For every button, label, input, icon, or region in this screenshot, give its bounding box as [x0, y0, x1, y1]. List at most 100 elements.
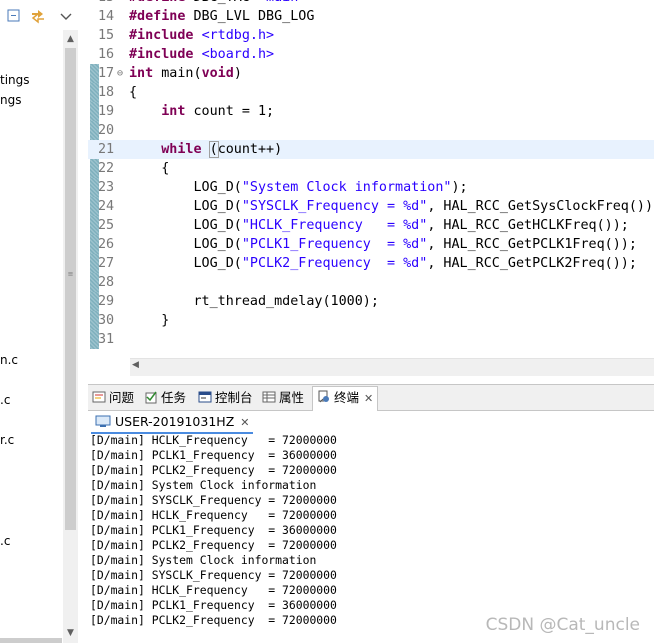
tab-console[interactable]: 控制台 [198, 387, 253, 409]
collapse-all-icon[interactable] [6, 8, 22, 24]
code-token: LOG_D( [129, 218, 242, 233]
code-line[interactable]: 22 { [88, 159, 654, 178]
project-explorer: tings ngs n.c .c r.c .c ▲ ≡ ▼ [0, 0, 80, 643]
terminal-output[interactable]: [D/main] HCLK_Frequency = 72000000 [D/mai… [90, 433, 650, 628]
code-line[interactable]: 31 [88, 330, 654, 349]
close-session-icon[interactable]: ✕ [240, 416, 249, 429]
code-text: LOG_D("System Clock information"); [129, 178, 468, 197]
terminal-line: [D/main] HCLK_Frequency = 72000000 [90, 433, 337, 447]
code-token: ) [233, 66, 242, 81]
line-number: 27 [98, 256, 115, 271]
code-line[interactable]: 30 } [88, 311, 654, 330]
line-number: 20 [98, 123, 115, 138]
terminal-session-label: USER-20191031HZ [115, 414, 235, 429]
line-number: 30 [98, 313, 115, 328]
keyword-token: #define [129, 0, 185, 5]
code-text: { [129, 159, 169, 178]
code-line[interactable]: 13#define DBG_TAG "main" [88, 0, 654, 7]
keyword-token: while [161, 142, 202, 157]
scroll-left-icon[interactable]: ◀ [132, 360, 139, 370]
line-number: 17 [98, 66, 115, 81]
line-number: 25 [98, 218, 115, 233]
tab-label: 终端 [334, 390, 360, 405]
scroll-down-icon[interactable]: ▼ [63, 626, 78, 641]
code-line[interactable]: 28 [88, 273, 654, 292]
tab-tasks[interactable]: 任务 [144, 387, 186, 409]
line-number: 28 [98, 275, 115, 290]
terminal-line: [D/main] PCLK1_Frequency = 36000000 [90, 523, 337, 537]
string-token: <rtdbg.h> [201, 28, 275, 43]
line-number: 21 [98, 142, 115, 157]
tab-label: 属性 [279, 390, 305, 405]
code-text: #define DBG_TAG "main" [129, 0, 306, 7]
string-token: "System Clock information" [241, 180, 452, 195]
code-text: } [129, 311, 169, 330]
terminal-icon [318, 390, 329, 403]
code-token: DBG_TAG [185, 0, 258, 5]
code-token: main( [153, 66, 202, 81]
terminal-session-tab[interactable]: USER-20191031HZ ✕ [91, 412, 254, 434]
code-line[interactable]: 16 #include <board.h> [88, 45, 654, 64]
string-token: "PCLK1_Frequency = %d" [241, 237, 428, 252]
code-line[interactable]: 27 LOG_D("PCLK2_Frequency = %d", HAL_RCC… [88, 254, 654, 273]
code-line[interactable]: 17 ⊖ int main(void) [88, 64, 654, 83]
tab-terminal[interactable]: 终端 ✕ [312, 386, 379, 411]
tab-label: 问题 [109, 390, 135, 405]
code-token: LOG_D( [129, 199, 242, 214]
line-number: 14 [98, 9, 115, 24]
tab-label: 任务 [161, 390, 187, 405]
fold-toggle-icon[interactable]: ⊖ [117, 64, 123, 83]
scrollbar-thumb[interactable] [65, 48, 76, 530]
tab-properties[interactable]: 属性 [262, 387, 304, 409]
explorer-item[interactable]: n.c [0, 353, 18, 367]
code-line[interactable]: 18 { [88, 83, 654, 102]
code-token: count++) [217, 142, 283, 157]
explorer-item[interactable]: .c [0, 534, 10, 548]
code-token: , HAL_RCC_GetSysClockFreq()); [427, 199, 654, 214]
view-menu-icon[interactable] [58, 8, 74, 24]
code-line[interactable]: 19 int count = 1; [88, 102, 654, 121]
line-number: 24 [98, 199, 115, 214]
code-line[interactable]: 26 LOG_D("PCLK1_Frequency = %d", HAL_RCC… [88, 235, 654, 254]
terminal-line: [D/main] SYSCLK_Frequency = 72000000 [90, 493, 337, 507]
explorer-item[interactable]: tings [0, 73, 30, 87]
explorer-item[interactable]: ngs [0, 93, 21, 107]
string-token: "PCLK2_Frequency = %d" [241, 256, 428, 271]
line-number: 22 [98, 161, 115, 176]
code-line[interactable]: 25 LOG_D("HCLK_Frequency = %d", HAL_RCC_… [88, 216, 654, 235]
code-line[interactable]: 20 [88, 121, 654, 140]
terminal-line: [D/main] System Clock information [90, 553, 317, 567]
code-token: { [129, 85, 138, 100]
code-line[interactable]: 23 LOG_D("System Clock information"); [88, 178, 654, 197]
explorer-item[interactable]: .c [0, 393, 10, 407]
horizontal-scrollbar-fragment[interactable] [0, 638, 62, 643]
code-token: count = 1; [185, 104, 275, 119]
code-token: , HAL_RCC_GetPCLK2Freq()); [427, 256, 637, 271]
code-line[interactable]: 24 LOG_D("SYSCLK_Frequency = %d", HAL_RC… [88, 197, 654, 216]
scroll-up-icon[interactable]: ▲ [63, 32, 78, 47]
explorer-vertical-scrollbar[interactable]: ▲ ≡ ▼ [63, 30, 78, 643]
code-line[interactable]: 15 #include <rtdbg.h> [88, 26, 654, 45]
close-tab-icon[interactable]: ✕ [364, 392, 373, 405]
tab-label: 控制台 [215, 390, 253, 405]
code-token: ); [451, 180, 468, 195]
code-line[interactable]: 14 #define DBG_LVL DBG_LOG [88, 7, 654, 26]
code-line[interactable]: 29 rt_thread_mdelay(1000); [88, 292, 654, 311]
line-number: 29 [98, 294, 115, 309]
explorer-item[interactable]: r.c [0, 433, 14, 447]
view-sash[interactable] [80, 0, 88, 643]
link-with-editor-icon[interactable] [30, 8, 46, 24]
code-line[interactable]: 21 while (count++) [88, 140, 654, 159]
code-editor[interactable]: 13#define DBG_TAG "main" 14 #define DBG_LV… [88, 0, 654, 378]
code-text: int count = 1; [129, 102, 274, 121]
tab-problems[interactable]: 问题 [92, 387, 134, 409]
line-number: 16 [98, 47, 115, 62]
code-text: #include <rtdbg.h> [129, 26, 274, 45]
watermark: CSDN @Cat_uncle [485, 615, 640, 635]
code-text: while (count++) [129, 140, 282, 159]
string-token: "SYSCLK_Frequency = %d" [241, 199, 428, 214]
explorer-toolbar [0, 0, 80, 30]
terminal-line: [D/main] PCLK2_Frequency = 72000000 [90, 538, 337, 552]
editor-horizontal-scrollbar[interactable]: ◀ [130, 358, 654, 376]
